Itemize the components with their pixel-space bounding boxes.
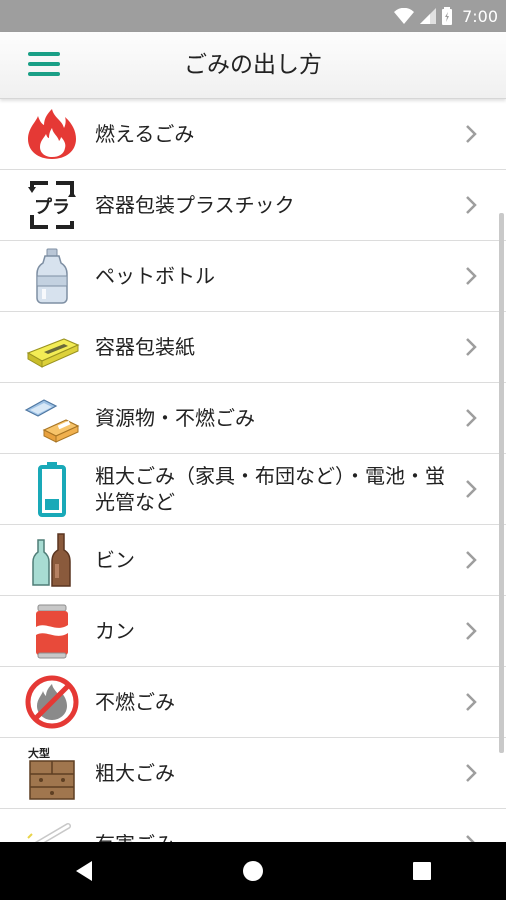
svg-text:大型: 大型 [28,746,50,760]
status-icons: 7:00 [394,0,498,32]
flame-icon [28,109,76,159]
list-item-paper-packaging[interactable]: 容器包装紙 [0,312,506,383]
status-bar: 7:00 [0,0,506,32]
list-item-label: カン [95,619,135,643]
list-item-resources[interactable]: 資源物・不燃ごみ [0,383,506,454]
pet-bottle-icon [36,248,68,304]
nav-bar [0,842,506,900]
list-item-bottles[interactable]: ビン [0,525,506,596]
recyclables-icon [24,399,80,443]
battery-status-icon [442,7,453,25]
chevron-right-icon [466,409,477,427]
chevron-right-icon [466,267,477,285]
app-bar: ごみの出し方 [0,32,506,99]
list-item-oversize[interactable]: 大型 粗大ごみ [0,738,506,809]
list-item-label: ペットボトル [95,264,215,288]
menu-icon-bar [28,72,60,76]
furniture-icon: 大型 [28,746,75,800]
chevron-right-icon [466,835,475,842]
menu-icon-bar [28,62,60,66]
list-item-cans[interactable]: カン [0,596,506,667]
chevron-right-icon [466,338,477,356]
list-item-label: 容器包装プラスチック [95,193,295,217]
back-icon [76,861,93,881]
no-burn-icon [25,675,79,729]
chevron-right-icon [466,196,477,214]
recents-button[interactable] [392,842,452,900]
svg-text:プラ: プラ [34,196,70,218]
list-item-hazardous[interactable]: 有害ごみ [0,809,506,842]
chevron-right-icon [466,693,477,711]
plastic-recycle-icon: プラ [28,181,76,229]
glass-bottles-icon [32,533,71,587]
wifi-icon [394,8,415,24]
chevron-right-icon [466,622,477,640]
paper-box-icon [26,338,80,368]
can-icon [36,604,68,659]
signal-icon [420,8,437,24]
list-item-non-burnable[interactable]: 不燃ごみ [0,667,506,738]
scrollbar[interactable] [499,213,504,753]
recents-icon [412,862,431,880]
list-item-label: 有害ごみ [95,809,446,842]
hazardous-icon [27,823,71,842]
chevron-right-icon [466,125,477,143]
category-list[interactable]: 燃えるごみ プラ 容器包装プラスチック ペットボトル 容器包装紙 資源物・不燃ご… [0,99,506,842]
list-item-label: 不燃ごみ [95,690,175,714]
chevron-right-icon [466,480,477,498]
list-item-label: 容器包装紙 [95,335,195,359]
back-button[interactable] [54,842,114,900]
list-item-label: ビン [95,548,135,572]
home-icon [242,861,263,881]
battery-icon [38,462,66,517]
list-item-label: 燃えるごみ [95,122,195,146]
home-button[interactable] [223,842,283,900]
chevron-right-icon [466,764,477,782]
list-item-burnable[interactable]: 燃えるごみ [0,99,506,170]
list-item-oversize-battery[interactable]: 粗大ごみ（家具・布団など）・電池・蛍光管など [0,454,506,525]
page-title: ごみの出し方 [184,52,322,78]
list-item-label: 資源物・不燃ごみ [95,406,255,430]
menu-icon-bar [28,52,60,56]
chevron-right-icon [466,551,477,569]
status-time: 7:00 [462,6,498,26]
list-item-pet-bottle[interactable]: ペットボトル [0,241,506,312]
menu-button[interactable] [28,52,60,78]
list-item-label: 粗大ごみ [95,761,175,785]
list-item-label: 粗大ごみ（家具・布団など）・電池・蛍光管など [95,464,445,514]
list-item-plastic[interactable]: プラ 容器包装プラスチック [0,170,506,241]
